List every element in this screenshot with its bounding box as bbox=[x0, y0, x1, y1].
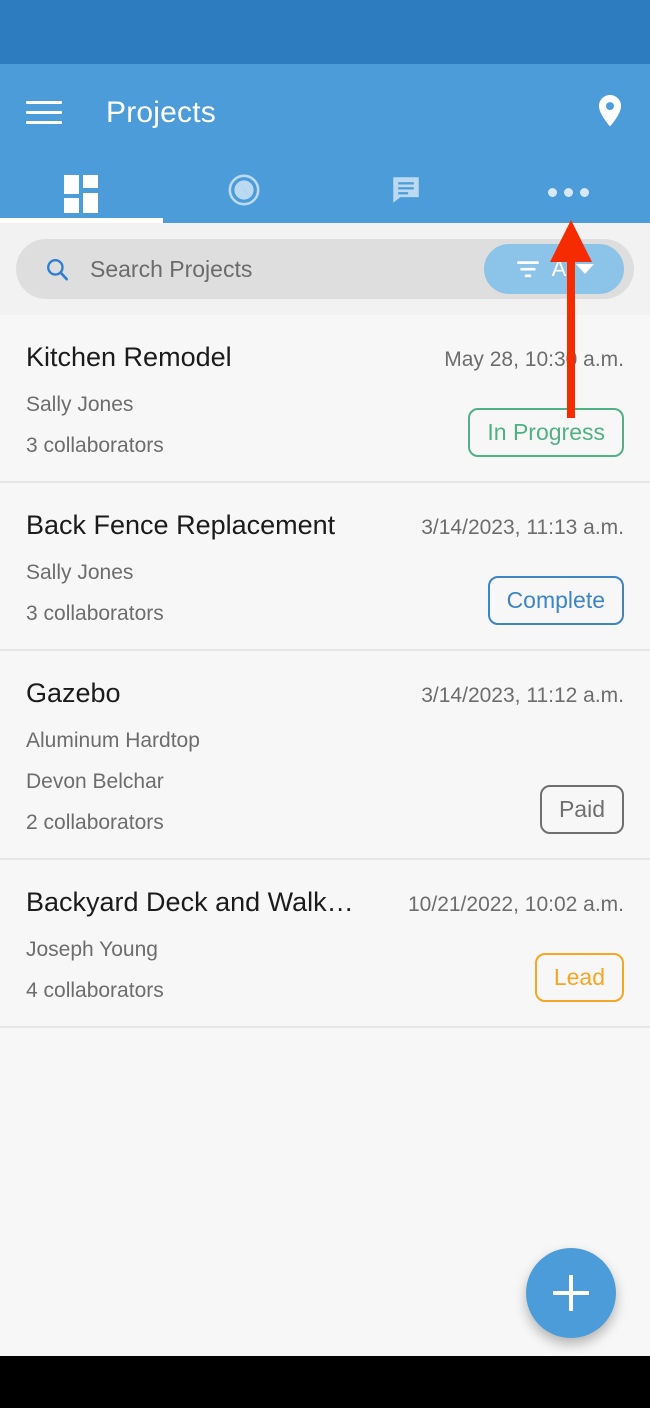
project-body-row: Sally Jones 3 collaborators In Progress bbox=[26, 393, 624, 457]
project-owner: Sally Jones bbox=[26, 560, 134, 584]
status-badge[interactable]: Lead bbox=[534, 952, 624, 1002]
project-list-item[interactable]: Gazebo 3/14/2023, 11:12 a.m. Aluminum Ha… bbox=[0, 650, 650, 860]
project-collaborators: 2 collaborators bbox=[26, 810, 164, 834]
project-header-row: Gazebo 3/14/2023, 11:12 a.m. bbox=[26, 677, 624, 711]
project-owner: Sally Jones bbox=[26, 392, 134, 416]
app-bar: Projects bbox=[0, 64, 650, 223]
filter-icon bbox=[514, 258, 542, 280]
chevron-down-icon bbox=[576, 264, 595, 274]
project-collaborators: 3 collaborators bbox=[26, 433, 164, 457]
app-bar-top-row: Projects bbox=[0, 64, 650, 161]
project-list: Kitchen Remodel May 28, 10:30 a.m. Sally… bbox=[0, 315, 650, 1028]
project-body-row: Aluminum Hardtop Devon Belchar 2 collabo… bbox=[26, 729, 624, 834]
project-header-row: Backyard Deck and Walk… 10/21/2022, 10:0… bbox=[26, 886, 624, 920]
project-title: Back Fence Replacement bbox=[26, 509, 336, 540]
status-badge[interactable]: Complete bbox=[487, 575, 624, 625]
project-date: May 28, 10:30 a.m. bbox=[444, 348, 624, 371]
status-badge[interactable]: Paid bbox=[539, 784, 624, 834]
project-title: Gazebo bbox=[26, 677, 121, 708]
tab-dashboard[interactable] bbox=[0, 161, 163, 223]
project-collaborators: 3 collaborators bbox=[26, 601, 164, 625]
project-date: 3/14/2023, 11:13 a.m. bbox=[421, 515, 624, 539]
project-list-item[interactable]: Kitchen Remodel May 28, 10:30 a.m. Sally… bbox=[0, 315, 650, 483]
tab-bar bbox=[0, 161, 650, 223]
plus-icon bbox=[553, 1275, 589, 1311]
overflow-dots-icon bbox=[548, 187, 590, 197]
project-meta: Joseph Young 4 collaborators bbox=[26, 938, 164, 1002]
project-meta: Sally Jones 3 collaborators bbox=[26, 561, 164, 625]
grid-dashboard-icon bbox=[64, 175, 99, 213]
status-badge[interactable]: In Progress bbox=[468, 407, 624, 457]
app-screen: Projects Search Projects A Kitchen Remod… bbox=[0, 0, 650, 1408]
project-body-row: Sally Jones 3 collaborators Complete bbox=[26, 561, 624, 625]
project-date: 3/14/2023, 11:12 a.m. bbox=[421, 683, 624, 707]
project-title: Kitchen Remodel bbox=[26, 342, 232, 372]
search-box[interactable]: A bbox=[16, 239, 634, 299]
project-meta: Aluminum Hardtop Devon Belchar 2 collabo… bbox=[26, 729, 200, 834]
project-title: Backyard Deck and Walk… bbox=[26, 886, 354, 917]
tab-more[interactable] bbox=[488, 161, 650, 223]
tab-time[interactable] bbox=[163, 161, 326, 223]
search-icon bbox=[44, 256, 70, 282]
status-bar bbox=[0, 0, 650, 64]
project-list-item[interactable]: Back Fence Replacement 3/14/2023, 11:13 … bbox=[0, 482, 650, 651]
project-owner: Devon Belchar bbox=[26, 769, 164, 793]
chat-bubble-icon bbox=[389, 173, 423, 212]
hamburger-menu-icon[interactable] bbox=[26, 98, 64, 128]
tab-messages[interactable] bbox=[325, 161, 488, 223]
map-pin-icon[interactable] bbox=[592, 94, 628, 131]
search-row: A bbox=[0, 223, 650, 315]
project-collaborators: 4 collaborators bbox=[26, 978, 164, 1002]
project-header-row: Kitchen Remodel May 28, 10:30 a.m. bbox=[26, 341, 624, 375]
add-project-fab[interactable] bbox=[526, 1248, 616, 1338]
project-owner: Joseph Young bbox=[26, 937, 158, 961]
page-title: Projects bbox=[106, 95, 216, 129]
filter-dropdown-button[interactable]: A bbox=[484, 244, 624, 294]
project-body-row: Joseph Young 4 collaborators Lead bbox=[26, 938, 624, 1002]
filter-label: A bbox=[551, 256, 567, 281]
project-meta: Sally Jones 3 collaborators bbox=[26, 393, 164, 457]
project-header-row: Back Fence Replacement 3/14/2023, 11:13 … bbox=[26, 509, 624, 543]
system-navigation-bar bbox=[0, 1356, 650, 1408]
project-list-item[interactable]: Backyard Deck and Walk… 10/21/2022, 10:0… bbox=[0, 859, 650, 1028]
search-input[interactable] bbox=[90, 255, 478, 283]
project-date: 10/21/2022, 10:02 a.m. bbox=[408, 892, 624, 916]
project-subtitle: Aluminum Hardtop bbox=[26, 728, 200, 752]
pie-timer-icon bbox=[227, 173, 261, 212]
